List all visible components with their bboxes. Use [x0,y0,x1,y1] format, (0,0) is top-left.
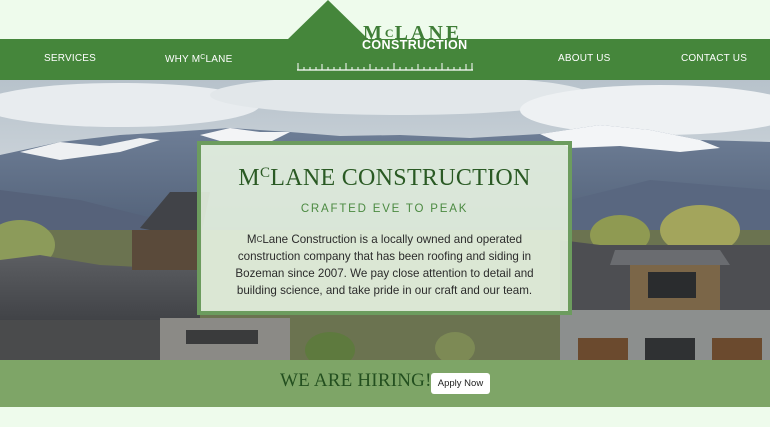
logo-subtitle: CONSTRUCTION [362,38,468,52]
apply-now-button[interactable]: Apply Now [431,373,490,394]
company-logo[interactable]: MCLANE CONSTRUCTION [296,22,476,74]
hero-description: MCLane Construction is a locally owned a… [218,231,551,299]
hero-title-prefix: M [238,165,260,191]
hero-body-suffix: Lane Construction is a locally owned and… [235,233,534,297]
nav-link-why-mclane[interactable]: WHY MCLANE [165,54,232,65]
hiring-heading: WE ARE HIRING! [280,370,432,391]
nav-link-about-us[interactable]: ABOUT US [558,53,611,64]
hero-body-prefix: M [246,233,257,246]
hero-title: MCLANE CONSTRUCTION [201,165,568,192]
logo-ruler-icon [297,63,473,71]
nav-why-prefix: WHY M [165,54,201,65]
nav-link-contact-us[interactable]: CONTACT US [681,53,747,64]
hero-title-suffix: LANE CONSTRUCTION [270,165,531,191]
hero-info-card: MCLANE CONSTRUCTION CRAFTED EVE TO PEAK … [197,141,572,315]
hero-tagline: CRAFTED EVE TO PEAK [300,203,469,215]
nav-link-services[interactable]: SERVICES [44,53,96,64]
nav-why-suffix: LANE [205,54,233,65]
hero-title-sup: C [259,165,271,181]
